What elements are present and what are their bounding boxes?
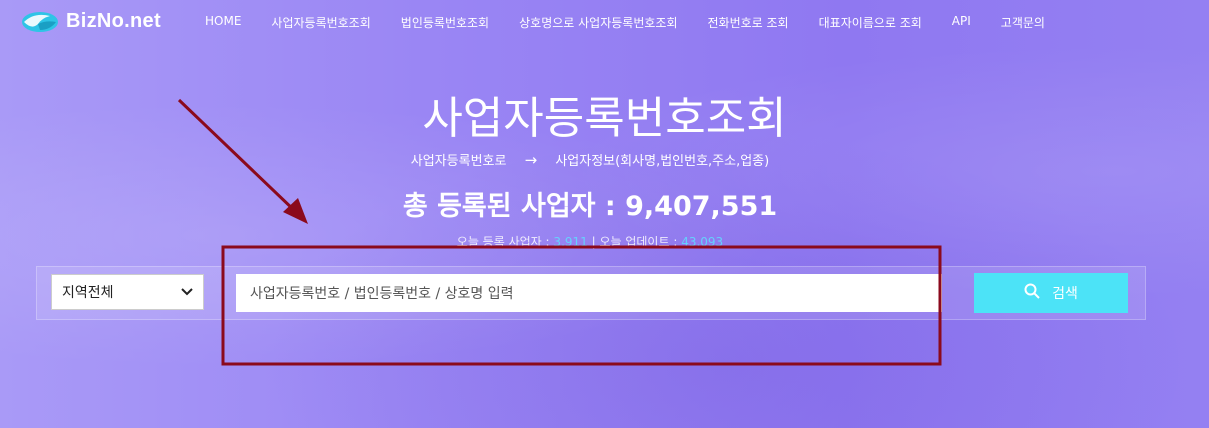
today-updated-label: 오늘 업데이트 : <box>599 235 678 249</box>
nav-item-bizno-lookup[interactable]: 사업자등록번호조회 <box>271 14 370 31</box>
region-select[interactable]: 지역전체 <box>51 274 204 310</box>
today-stats: 오늘 등록 사업자 : 3,911 | 오늘 업데이트 : 43,093 <box>0 233 1180 250</box>
main-menu: HOME 사업자등록번호조회 법인등록번호조회 상호명으로 사업자등록번호조회 … <box>205 14 1045 31</box>
flow-from: 사업자등록번호로 <box>410 154 507 169</box>
nav-item-home[interactable]: HOME <box>205 14 241 31</box>
search-button[interactable]: 검색 <box>974 273 1128 313</box>
today-registered-value: 3,911 <box>553 235 588 249</box>
today-registered-label: 오늘 등록 사업자 : <box>456 235 550 249</box>
lookup-flow-caption: 사업자등록번호로 → 사업자정보(회사명,법인번호,주소,업종) <box>0 150 1180 169</box>
search-button-label: 검색 <box>1052 286 1078 302</box>
search-input[interactable]: 사업자등록번호 / 법인등록번호 / 상호명 입력 <box>236 274 942 312</box>
top-navbar: BizNo.net HOME 사업자등록번호조회 법인등록번호조회 상호명으로 … <box>0 0 1209 44</box>
nav-item-api[interactable]: API <box>952 14 971 31</box>
flow-arrow-icon: → <box>524 151 538 169</box>
today-updated-value: 43,093 <box>681 235 724 249</box>
nav-item-phone-lookup[interactable]: 전화번호로 조회 <box>708 14 789 31</box>
today-separator: | <box>591 235 596 249</box>
chevron-down-icon <box>181 285 193 299</box>
nav-item-name-lookup[interactable]: 상호명으로 사업자등록번호조회 <box>519 14 677 31</box>
brand-logo-icon <box>20 8 60 34</box>
search-icon <box>1024 283 1040 303</box>
nav-item-corp-lookup[interactable]: 법인등록번호조회 <box>401 14 489 31</box>
total-registered-count: 총 등록된 사업자 : 9,407,551 <box>402 191 778 222</box>
region-select-value: 지역전체 <box>62 285 114 301</box>
brand-logo[interactable]: BizNo.net <box>20 8 161 34</box>
nav-item-contact[interactable]: 고객문의 <box>1001 14 1045 31</box>
brand-name: BizNo.net <box>66 9 161 32</box>
flow-to: 사업자정보(회사명,법인번호,주소,업종) <box>555 154 770 169</box>
page-title: 사업자등록번호조회 <box>422 93 787 144</box>
nav-item-ceo-lookup[interactable]: 대표자이름으로 조회 <box>819 14 922 31</box>
